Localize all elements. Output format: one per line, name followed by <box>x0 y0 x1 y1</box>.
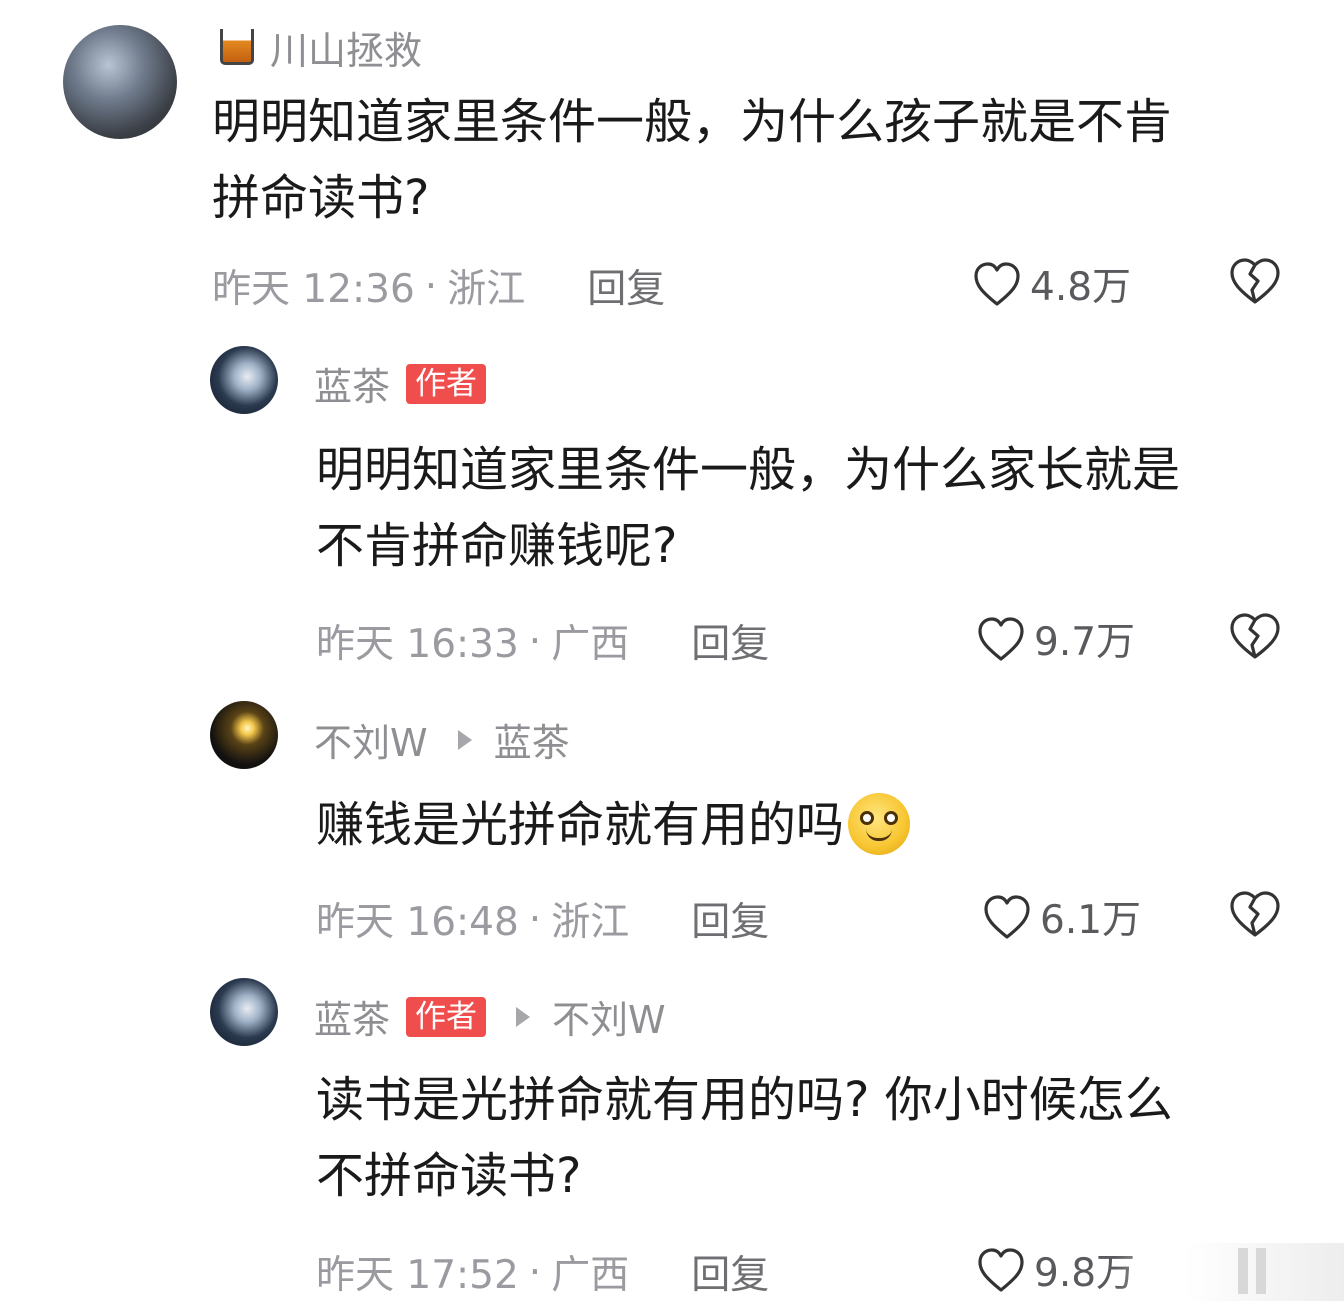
watermark-bar <box>1256 1248 1266 1294</box>
username-row: 蓝茶 作者 不刘W <box>314 989 666 1044</box>
comment-meta: 昨天 16:33 · 广西 回复 <box>316 613 769 669</box>
reply-button[interactable]: 回复 <box>691 891 769 947</box>
like-button[interactable]: 9.8万 <box>976 1242 1135 1298</box>
broken-heart-icon <box>1230 891 1280 937</box>
username[interactable]: 蓝茶 <box>314 356 390 411</box>
username[interactable]: 川山拯救 <box>270 20 422 75</box>
reply-to-username[interactable]: 蓝茶 <box>494 712 570 767</box>
like-count: 9.7万 <box>1034 620 1136 665</box>
username[interactable]: 不刘W <box>314 712 428 767</box>
location: 浙江 <box>551 900 630 945</box>
smiling-face-emoji <box>848 793 911 855</box>
dislike-button[interactable] <box>1228 611 1282 665</box>
like-count: 6.1万 <box>1040 898 1142 943</box>
location: 广西 <box>551 1253 630 1298</box>
avatar[interactable] <box>210 978 278 1046</box>
reply-button[interactable]: 回复 <box>691 1244 769 1300</box>
comment-meta: 昨天 17:52 · 广西 回复 <box>316 1244 769 1300</box>
location: 广西 <box>551 622 630 667</box>
username-row: 蓝茶 作者 <box>314 356 487 411</box>
reply-to-username[interactable]: 不刘W <box>552 989 666 1044</box>
avatar[interactable] <box>210 701 278 769</box>
timestamp: 昨天 16:48 <box>316 900 519 945</box>
like-button[interactable]: 9.7万 <box>976 611 1135 667</box>
broken-heart-icon <box>1230 613 1280 659</box>
comment-text: 读书是光拼命就有用的吗? 你小时候怎么 不拼命读书? <box>316 1072 1173 1204</box>
like-count: 4.8万 <box>1030 265 1132 310</box>
username-row: 川山拯救 <box>214 20 422 75</box>
reply-button[interactable]: 回复 <box>587 258 665 314</box>
reply-arrow-icon <box>516 1006 531 1027</box>
watermark-overlay <box>1115 1243 1344 1301</box>
username-row: 不刘W 蓝茶 <box>314 712 570 767</box>
watermark-bar <box>1238 1248 1248 1294</box>
like-button[interactable]: 6.1万 <box>982 889 1141 945</box>
dislike-button[interactable] <box>1228 889 1282 943</box>
heart-icon <box>978 617 1024 661</box>
comment-text: 赚钱是光拼命就有用的吗 <box>316 787 911 863</box>
location: 浙江 <box>447 267 526 312</box>
reply-arrow-icon <box>457 729 472 750</box>
heart-icon <box>974 262 1020 306</box>
glass-icon <box>214 25 260 71</box>
comment-text: 明明知道家里条件一般，为什么家长就是 不肯拼命赚钱呢? <box>316 442 1181 574</box>
heart-icon <box>984 895 1030 939</box>
avatar[interactable] <box>210 346 278 414</box>
comment-meta: 昨天 16:48 · 浙江 回复 <box>316 891 769 947</box>
dislike-button[interactable] <box>1228 256 1282 310</box>
comment-meta: 昨天 12:36 · 浙江 回复 <box>212 258 665 314</box>
timestamp: 昨天 16:33 <box>316 622 519 667</box>
username[interactable]: 蓝茶 <box>314 989 390 1044</box>
author-badge: 作者 <box>406 996 487 1037</box>
reply-button[interactable]: 回复 <box>691 613 769 669</box>
heart-icon <box>978 1248 1024 1292</box>
like-button[interactable]: 4.8万 <box>972 256 1131 312</box>
author-badge: 作者 <box>406 363 487 404</box>
timestamp: 昨天 17:52 <box>316 1253 519 1298</box>
broken-heart-icon <box>1230 258 1280 304</box>
avatar[interactable] <box>63 25 177 139</box>
timestamp: 昨天 12:36 <box>212 267 415 312</box>
comment-text: 明明知道家里条件一般，为什么孩子就是不肯 拼命读书? <box>212 94 1173 226</box>
